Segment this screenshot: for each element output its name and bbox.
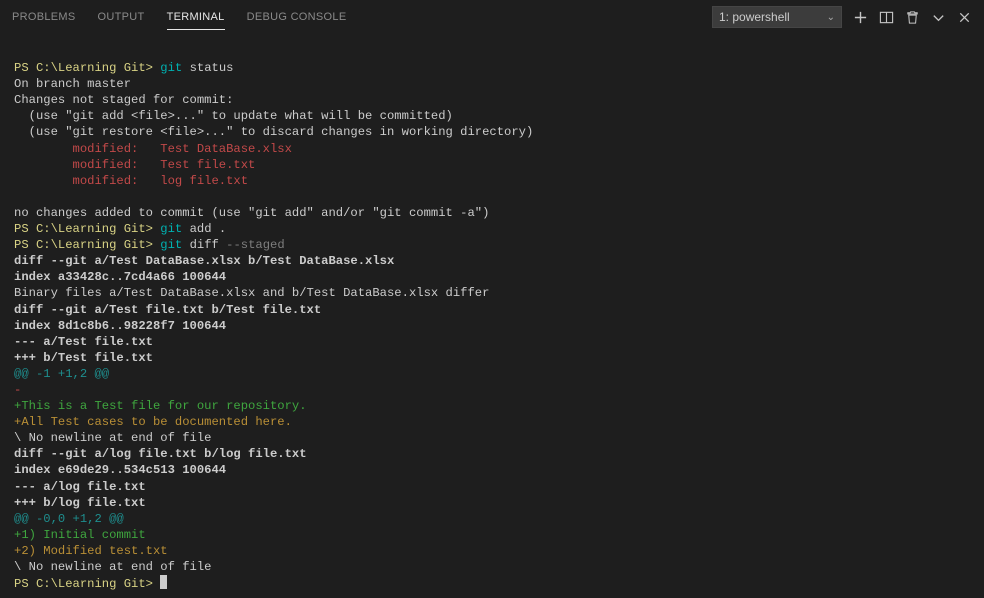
diff-hunk: @@ -0,0 +1,2 @@ — [14, 512, 124, 526]
diff-index: index e69de29..534c513 100644 — [14, 463, 226, 477]
diff-index: index 8d1c8b6..98228f7 100644 — [14, 319, 226, 333]
panel-controls: 1: powershell ⌄ — [712, 6, 972, 28]
diff-minus-file: --- a/log file.txt — [14, 480, 146, 494]
diff-binary: Binary files a/Test DataBase.xlsx and b/… — [14, 286, 489, 300]
git-keyword: git — [160, 61, 182, 75]
git-keyword: git — [160, 238, 182, 252]
git-args: diff — [182, 238, 226, 252]
new-terminal-button[interactable] — [852, 9, 868, 25]
close-icon — [957, 10, 972, 25]
diff-header: diff --git a/Test DataBase.xlsx b/Test D… — [14, 254, 394, 268]
diff-added: +This is a Test file for our repository. — [14, 399, 307, 413]
diff-no-newline: \ No newline at end of file — [14, 431, 211, 445]
git-args: status — [182, 61, 233, 75]
status-line: Changes not staged for commit: — [14, 93, 233, 107]
ps-prompt: PS C:\Learning Git> — [14, 577, 153, 591]
diff-removed: - — [14, 383, 21, 397]
close-panel-button[interactable] — [956, 9, 972, 25]
terminal-selector-label: 1: powershell — [719, 10, 790, 24]
modified-file: Test file.txt — [160, 158, 255, 172]
kill-terminal-button[interactable] — [904, 9, 920, 25]
ps-prompt: PS C:\Learning Git> — [14, 238, 153, 252]
diff-added: +2) Modified test.txt — [14, 544, 168, 558]
trash-icon — [905, 10, 920, 25]
chevron-down-icon: ⌄ — [827, 12, 835, 23]
panel-tabs: PROBLEMS OUTPUT TERMINAL DEBUG CONSOLE — [12, 5, 346, 30]
plus-icon — [853, 10, 868, 25]
panel-header: PROBLEMS OUTPUT TERMINAL DEBUG CONSOLE 1… — [0, 0, 984, 34]
modified-label: modified: — [14, 174, 160, 188]
diff-minus-file: --- a/Test file.txt — [14, 335, 153, 349]
split-pane-icon — [879, 10, 894, 25]
diff-plus-file: +++ b/Test file.txt — [14, 351, 153, 365]
terminal-output[interactable]: PS C:\Learning Git> git status On branch… — [0, 34, 984, 598]
diff-no-newline: \ No newline at end of file — [14, 560, 211, 574]
ps-prompt: PS C:\Learning Git> — [14, 61, 153, 75]
tab-problems[interactable]: PROBLEMS — [12, 5, 76, 30]
modified-label: modified: — [14, 142, 160, 156]
diff-hunk: @@ -1 +1,2 @@ — [14, 367, 109, 381]
terminal-selector-dropdown[interactable]: 1: powershell ⌄ — [712, 6, 842, 28]
modified-file: log file.txt — [160, 174, 248, 188]
diff-added: +All Test cases to be documented here. — [14, 415, 292, 429]
terminal-cursor — [160, 575, 167, 589]
diff-plus-file: +++ b/log file.txt — [14, 496, 146, 510]
ps-prompt: PS C:\Learning Git> — [14, 222, 153, 236]
git-flag: --staged — [226, 238, 285, 252]
git-args: add . — [182, 222, 226, 236]
status-hint: (use "git restore <file>..." to discard … — [14, 125, 533, 139]
tab-terminal[interactable]: TERMINAL — [167, 5, 225, 30]
split-terminal-button[interactable] — [878, 9, 894, 25]
status-hint: (use "git add <file>..." to update what … — [14, 109, 453, 123]
tab-debug-console[interactable]: DEBUG CONSOLE — [247, 5, 347, 30]
diff-added: +1) Initial commit — [14, 528, 146, 542]
chevron-down-icon — [931, 10, 946, 25]
maximize-panel-button[interactable] — [930, 9, 946, 25]
modified-file: Test DataBase.xlsx — [160, 142, 292, 156]
diff-index: index a33428c..7cd4a66 100644 — [14, 270, 226, 284]
status-line: no changes added to commit (use "git add… — [14, 206, 489, 220]
diff-header: diff --git a/Test file.txt b/Test file.t… — [14, 303, 321, 317]
tab-output[interactable]: OUTPUT — [98, 5, 145, 30]
modified-label: modified: — [14, 158, 160, 172]
git-keyword: git — [160, 222, 182, 236]
diff-header: diff --git a/log file.txt b/log file.txt — [14, 447, 307, 461]
status-line: On branch master — [14, 77, 131, 91]
